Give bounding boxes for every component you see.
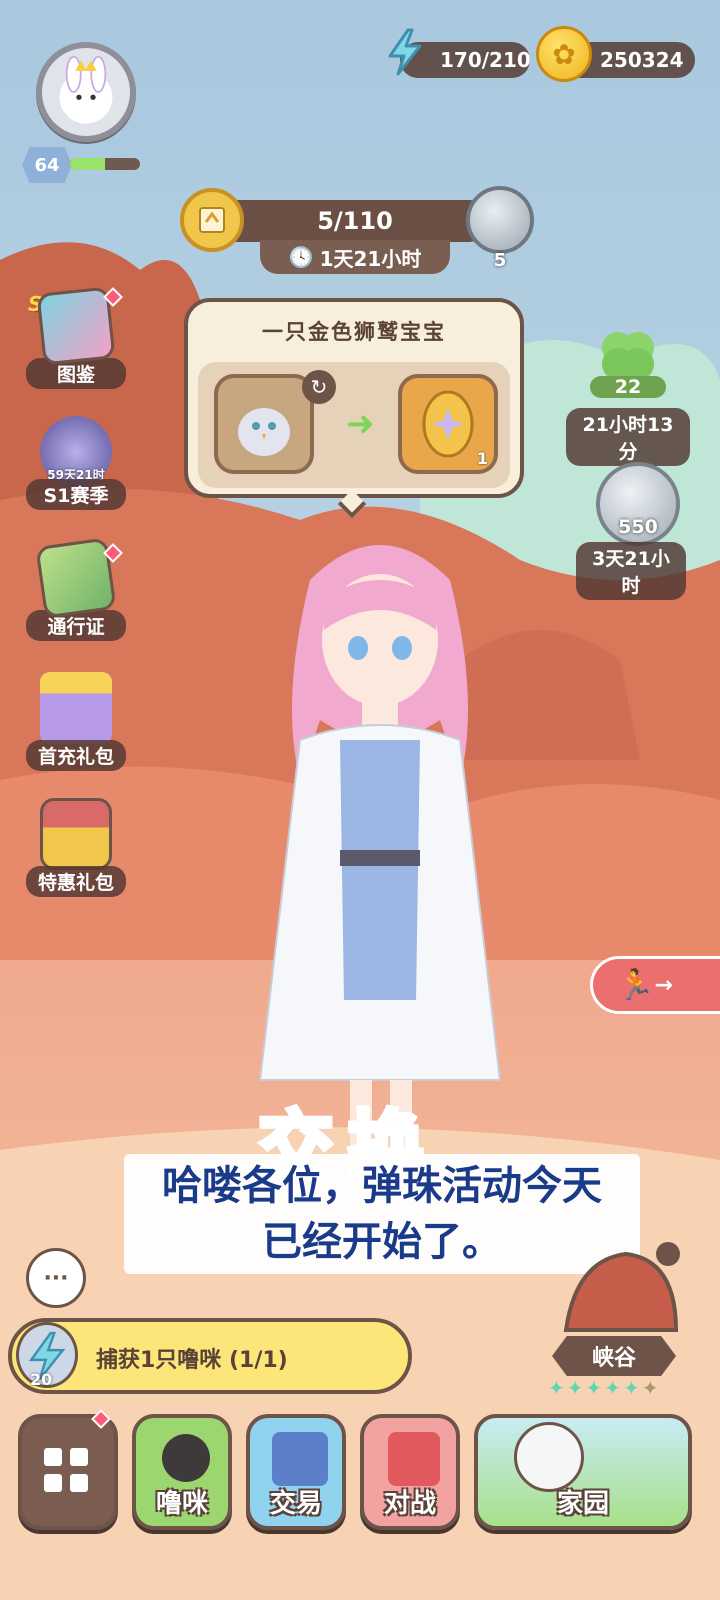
gift-box-icon bbox=[40, 672, 112, 744]
nav-label: 噜咪 bbox=[155, 1489, 208, 1519]
side-item-first-recharge[interactable]: 首充礼包 bbox=[16, 672, 136, 771]
refresh-icon[interactable]: ↻ bbox=[302, 370, 336, 404]
menu-grid-icon bbox=[44, 1448, 88, 1492]
nav-home-button[interactable]: 家园 bbox=[474, 1414, 692, 1530]
side-item-pass[interactable]: 通行证 bbox=[16, 537, 136, 641]
nav-battle-button[interactable]: 对战 bbox=[360, 1414, 460, 1530]
home-cat-icon bbox=[514, 1422, 584, 1492]
exchange-slots: ↻ ➜ 1 bbox=[198, 362, 510, 488]
quest-reward-amount: 20 bbox=[30, 1370, 53, 1389]
popup-title: 一只金色狮鹫宝宝 bbox=[262, 320, 446, 344]
chat-button[interactable]: ··· bbox=[26, 1248, 86, 1308]
clover-timer: 21小时13分 bbox=[566, 408, 690, 466]
silver-medal-count: 550 bbox=[618, 516, 658, 538]
exit-run-button[interactable]: 🏃 → bbox=[590, 956, 720, 1014]
exchange-popup[interactable]: 一只金色狮鹫宝宝 ↻ ➜ 1 bbox=[184, 298, 524, 498]
arrow-right-icon: ➜ bbox=[346, 404, 375, 444]
treasure-chest-icon bbox=[40, 798, 112, 870]
side-item-label: S1赛季 bbox=[26, 479, 126, 510]
canyon-rock-icon[interactable] bbox=[556, 1240, 686, 1344]
star-icon: ✦ bbox=[604, 1376, 624, 1400]
xp-progress-fill bbox=[70, 158, 105, 170]
clover-count: 22 bbox=[590, 376, 666, 398]
egg-count: 1 bbox=[476, 449, 488, 468]
event-progress-bar[interactable]: 5/110 bbox=[220, 200, 490, 242]
arrow-right-icon: → bbox=[654, 972, 673, 998]
battle-cards-icon bbox=[388, 1432, 440, 1486]
xp-progress-bar bbox=[70, 158, 140, 170]
player-level-badge: 64 bbox=[22, 147, 72, 183]
side-item-label: 首充礼包 bbox=[26, 740, 126, 771]
canyon-label: 峡谷 bbox=[552, 1336, 676, 1376]
star-icon: ✦ bbox=[548, 1376, 567, 1400]
subtitle-line-1: 哈喽各位，弹珠活动今天 bbox=[162, 1163, 602, 1209]
side-item-special-offer[interactable]: 特惠礼包 bbox=[16, 798, 136, 897]
star-icon: ✦ bbox=[585, 1376, 605, 1400]
nav-menu-button[interactable] bbox=[18, 1409, 118, 1530]
side-item-label: 通行证 bbox=[26, 610, 126, 641]
golden-egg-icon[interactable]: 1 bbox=[398, 374, 498, 474]
griffin-baby-icon[interactable] bbox=[214, 374, 314, 474]
event-progress-text: 5/110 bbox=[317, 207, 393, 235]
side-item-season[interactable]: 59天21时 S1赛季 bbox=[16, 416, 136, 510]
side-item-collection[interactable]: 图鉴 bbox=[16, 286, 136, 389]
pet-bowl-icon bbox=[162, 1434, 210, 1482]
nav-label: 对战 bbox=[383, 1489, 436, 1519]
running-person-icon: 🏃 bbox=[617, 967, 655, 1003]
energy-value: 170/210 bbox=[440, 48, 531, 72]
clock-icon: 🕓 bbox=[288, 245, 314, 269]
canyon-stars: ✦✦✦✦✦✦ bbox=[548, 1376, 661, 1400]
event-timer: 🕓 1天21小时 bbox=[260, 240, 450, 274]
nav-trade-button[interactable]: 交易 bbox=[246, 1414, 346, 1530]
bunny-king-avatar-icon bbox=[59, 55, 113, 124]
star-icon: ✦ bbox=[641, 1376, 661, 1400]
star-icon: ✦ bbox=[623, 1376, 642, 1400]
silver-medal-timer: 3天21小时 bbox=[576, 542, 686, 600]
nav-label: 家园 bbox=[556, 1489, 609, 1519]
pass-book-icon bbox=[35, 537, 117, 619]
side-item-label: 特惠礼包 bbox=[26, 866, 126, 897]
event-scroll-icon bbox=[180, 188, 244, 252]
player-avatar[interactable] bbox=[36, 42, 136, 142]
nav-label: 交易 bbox=[269, 1489, 322, 1519]
gold-coin-icon: ✿ bbox=[536, 26, 592, 82]
nav-pets-button[interactable]: 噜咪 bbox=[132, 1414, 232, 1530]
lightning-energy-icon bbox=[388, 28, 422, 76]
silver-token-count: 5 bbox=[493, 250, 507, 271]
trade-machine-icon bbox=[272, 1432, 328, 1486]
silver-token-icon[interactable] bbox=[466, 186, 534, 254]
speech-bubble-icon: ··· bbox=[43, 1265, 69, 1291]
star-icon: ✦ bbox=[566, 1376, 586, 1400]
coin-value: 250324 bbox=[600, 48, 684, 72]
side-item-label: 图鉴 bbox=[26, 358, 126, 389]
event-timer-text: 1天21小时 bbox=[319, 246, 422, 271]
quest-text: 捕获1只噜咪 (1/1) bbox=[96, 1348, 288, 1373]
